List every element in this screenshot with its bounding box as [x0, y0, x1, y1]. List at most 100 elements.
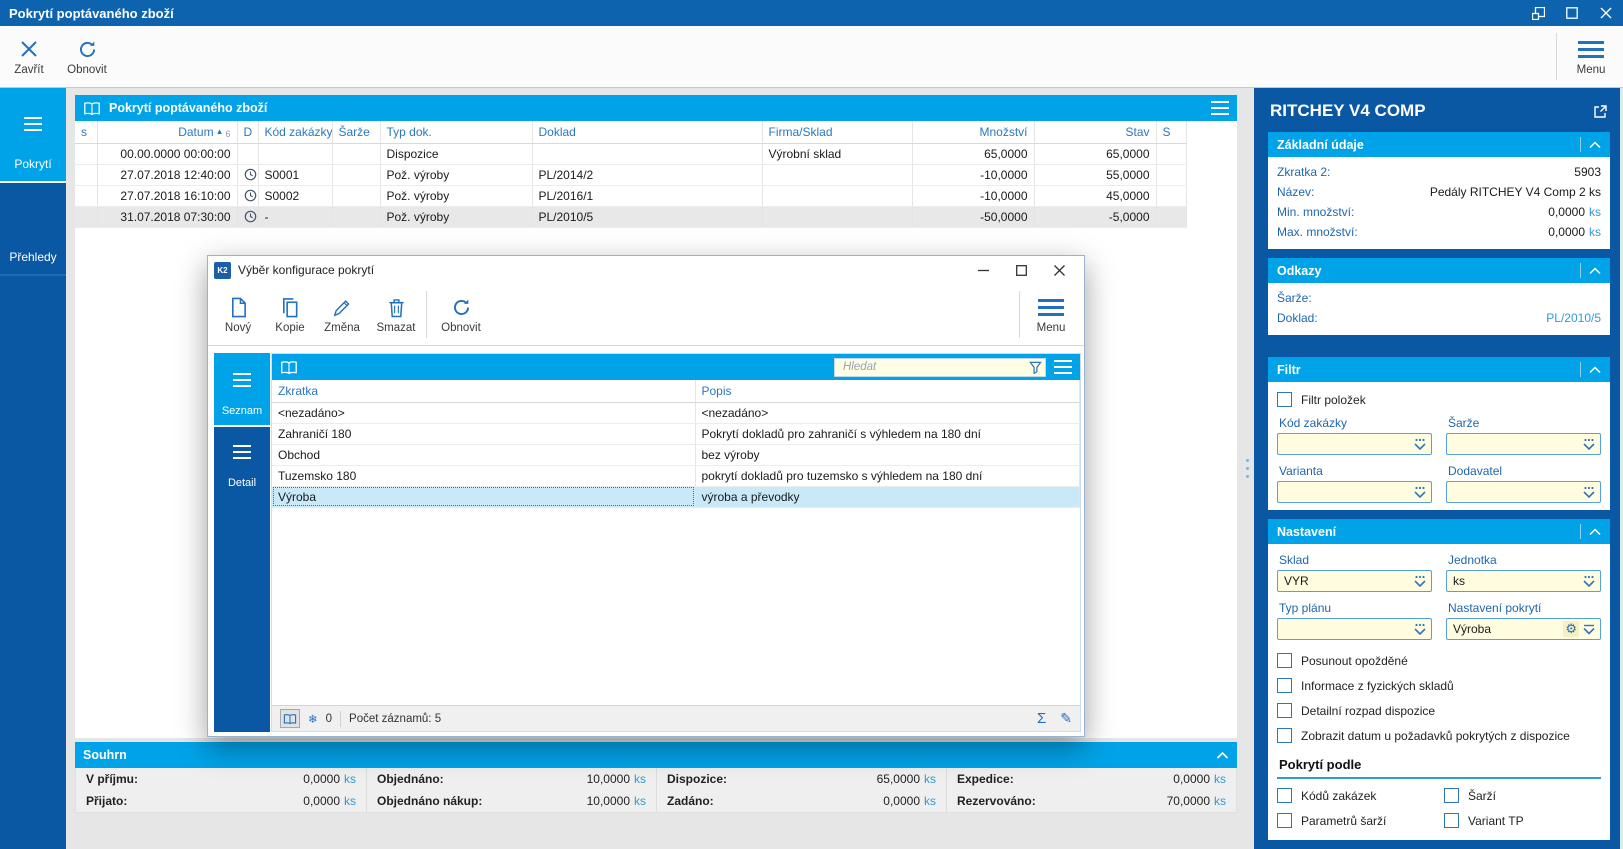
window-maximize-icon[interactable] — [1555, 0, 1589, 26]
col-firma-sklad[interactable]: Firma/Sklad — [762, 121, 913, 144]
section-links: Odkazy Šarže: Doklad: PL/2010/5 — [1268, 258, 1610, 335]
search-input[interactable] — [841, 360, 1029, 374]
combo-typ-planu[interactable] — [1277, 618, 1432, 640]
combo-kod-zakazky[interactable] — [1277, 433, 1432, 455]
collapse-chevron-icon[interactable] — [1589, 365, 1601, 374]
doklad-link[interactable]: PL/2010/5 — [1546, 311, 1601, 325]
col-d[interactable]: D — [237, 121, 259, 144]
dialog-close-icon[interactable] — [1040, 256, 1078, 284]
section-settings-header[interactable]: Nastavení — [1268, 519, 1610, 544]
window-dock-icon[interactable] — [1521, 0, 1555, 26]
combo-chevron-icon — [1414, 486, 1426, 498]
combo-chevron-icon — [1414, 438, 1426, 450]
grid-menu-icon[interactable] — [1211, 101, 1229, 115]
dialog-minimize-icon[interactable] — [964, 256, 1002, 284]
combo-chevron-icon — [1583, 486, 1595, 498]
col-kod-zakazky[interactable]: Kód zakázky — [258, 121, 333, 144]
window-close-icon[interactable] — [1589, 0, 1623, 26]
summary-title: Souhrn — [83, 748, 127, 762]
checkbox-kodu-zakazek[interactable]: Kódů zakázek — [1277, 783, 1434, 808]
app-icon: K2 — [214, 261, 231, 279]
col-datum[interactable]: Datum ▲ 6 — [97, 121, 238, 144]
table-row[interactable]: 27.07.2018 16:10:00 S0002 Pož. výroby PL/… — [75, 185, 1187, 207]
combo-chevron-icon — [1583, 438, 1595, 450]
frozen-count: 0 — [325, 712, 333, 725]
section-basic-header[interactable]: Základní údaje — [1268, 132, 1610, 157]
collapse-chevron-icon[interactable] — [1589, 527, 1601, 536]
menu-button[interactable]: Menu — [1559, 26, 1623, 87]
combo-sklad[interactable]: VYR — [1277, 570, 1432, 592]
table-row[interactable]: Zahraničí 180 Pokrytí dokladů pro zahrani… — [272, 423, 1080, 445]
gear-icon[interactable]: ⚙ — [1563, 621, 1579, 637]
sum-sigma-icon[interactable]: Σ — [1037, 710, 1046, 727]
summary-item: Objednáno nákup: 10,0000 ks — [366, 790, 656, 812]
detail-panel: RITCHEY V4 COMP Základní údaje Zkratka 2… — [1254, 88, 1623, 849]
field-min-mnozstvi: Min. množství: 0,0000 ks — [1277, 205, 1601, 219]
article-title: RITCHEY V4 COMP — [1270, 101, 1426, 120]
table-row-selected[interactable]: 31.07.2018 07:30:00 - Pož. výroby PL/2010… — [75, 206, 1187, 228]
checkbox-posunout-opozdene[interactable]: Posunout opožděné — [1277, 648, 1601, 673]
checkbox-detailni-rozpad[interactable]: Detailní rozpad dispozice — [1277, 698, 1601, 723]
combo-chevron-icon — [1583, 575, 1595, 587]
table-row[interactable]: 00.00.0000 00:00:00 Dispozice Výrobní sk… — [75, 143, 1187, 165]
combo-nastaveni-pokryti[interactable]: Výroba ⚙ — [1446, 618, 1601, 640]
edit-pencil-icon[interactable]: ✎ — [1060, 710, 1072, 727]
col-popis[interactable]: Popis — [695, 380, 1080, 403]
dialog-tab-seznam[interactable]: Seznam — [214, 353, 270, 425]
panel-splitter[interactable] — [1243, 88, 1252, 849]
collapse-chevron-icon[interactable] — [1216, 751, 1229, 760]
open-external-icon[interactable] — [1593, 104, 1608, 119]
copy-icon — [280, 295, 300, 319]
sidebar-tab-pokryti[interactable]: Pokrytí — [0, 88, 66, 181]
checkbox-sarzi[interactable]: Šarží — [1444, 783, 1601, 808]
summary-panel: Souhrn V příjmu: 0,0000 ks Objednáno: 10,00… — [75, 742, 1237, 813]
close-button[interactable]: Zavřít — [0, 26, 58, 87]
col-zkratka[interactable]: Zkratka — [272, 380, 696, 403]
table-row-selected[interactable]: Výroba výroba a převodky — [272, 486, 1080, 508]
dialog-tab-detail[interactable]: Detail — [214, 425, 270, 497]
table-row[interactable]: Tuzemsko 180 pokrytí dokladů pro tuzemsko… — [272, 465, 1080, 487]
checkbox-zobrazit-datum[interactable]: Zobrazit datum u požadavků pokrytých z d… — [1277, 723, 1601, 748]
col-s[interactable]: s — [75, 121, 98, 144]
section-filter-header[interactable]: Filtr — [1268, 357, 1610, 382]
table-row[interactable]: <nezadáno> <nezadáno> — [272, 402, 1080, 424]
section-settings: Nastavení Sklad VYR Jednotka ks Typ plán… — [1268, 519, 1610, 840]
section-links-header[interactable]: Odkazy — [1268, 258, 1610, 283]
table-row[interactable]: Obchod bez výroby — [272, 444, 1080, 466]
delete-button[interactable]: Smazat — [368, 284, 424, 345]
col-stav[interactable]: Stav — [1034, 121, 1157, 144]
combo-sarze[interactable] — [1446, 433, 1601, 455]
dialog-maximize-icon[interactable] — [1002, 256, 1040, 284]
checkbox-parametru-sarzi[interactable]: Parametrů šarží — [1277, 808, 1434, 833]
combo-jednotka[interactable]: ks — [1446, 570, 1601, 592]
refresh-button[interactable]: Obnovit — [58, 26, 116, 87]
collapse-chevron-icon[interactable] — [1589, 140, 1601, 149]
checkbox-informace-sklady[interactable]: Informace z fyzických skladů — [1277, 673, 1601, 698]
trash-icon — [387, 295, 406, 319]
col-mnozstvi[interactable]: Množství — [912, 121, 1035, 144]
dialog-refresh-button[interactable]: Obnovit — [429, 284, 493, 345]
col-doklad[interactable]: Doklad — [532, 121, 763, 144]
combo-dodavatel[interactable] — [1446, 481, 1601, 503]
collapse-chevron-icon[interactable] — [1589, 266, 1601, 275]
snowflake-icon[interactable]: ❄ — [308, 712, 318, 726]
edit-button[interactable]: Změna — [316, 284, 368, 345]
grid-menu-icon[interactable] — [1054, 360, 1072, 374]
table-row[interactable]: 27.07.2018 12:40:00 S0001 Pož. výroby PL/… — [75, 164, 1187, 186]
filter-funnel-icon[interactable] — [1029, 361, 1042, 374]
sidebar-tab-prehledy[interactable]: Přehledy — [0, 181, 66, 274]
col-typ-dok[interactable]: Typ dok. — [380, 121, 533, 144]
dialog-menu-button[interactable]: Menu — [1022, 284, 1080, 345]
menu-icon — [1038, 295, 1064, 319]
col-status[interactable]: S — [1156, 121, 1187, 144]
book-view-icon[interactable] — [280, 709, 300, 728]
toolbar-separator — [1019, 291, 1020, 338]
col-sarze[interactable]: Šarže — [332, 121, 381, 144]
checkbox-variant-tp[interactable]: Variant TP — [1444, 808, 1601, 833]
refresh-icon — [451, 295, 472, 319]
checkbox-icon — [1277, 728, 1292, 743]
combo-varianta[interactable] — [1277, 481, 1432, 503]
copy-button[interactable]: Kopie — [264, 284, 316, 345]
new-button[interactable]: Nový — [212, 284, 264, 345]
checkbox-filtr-polozek[interactable]: Filtr položek — [1277, 387, 1601, 412]
